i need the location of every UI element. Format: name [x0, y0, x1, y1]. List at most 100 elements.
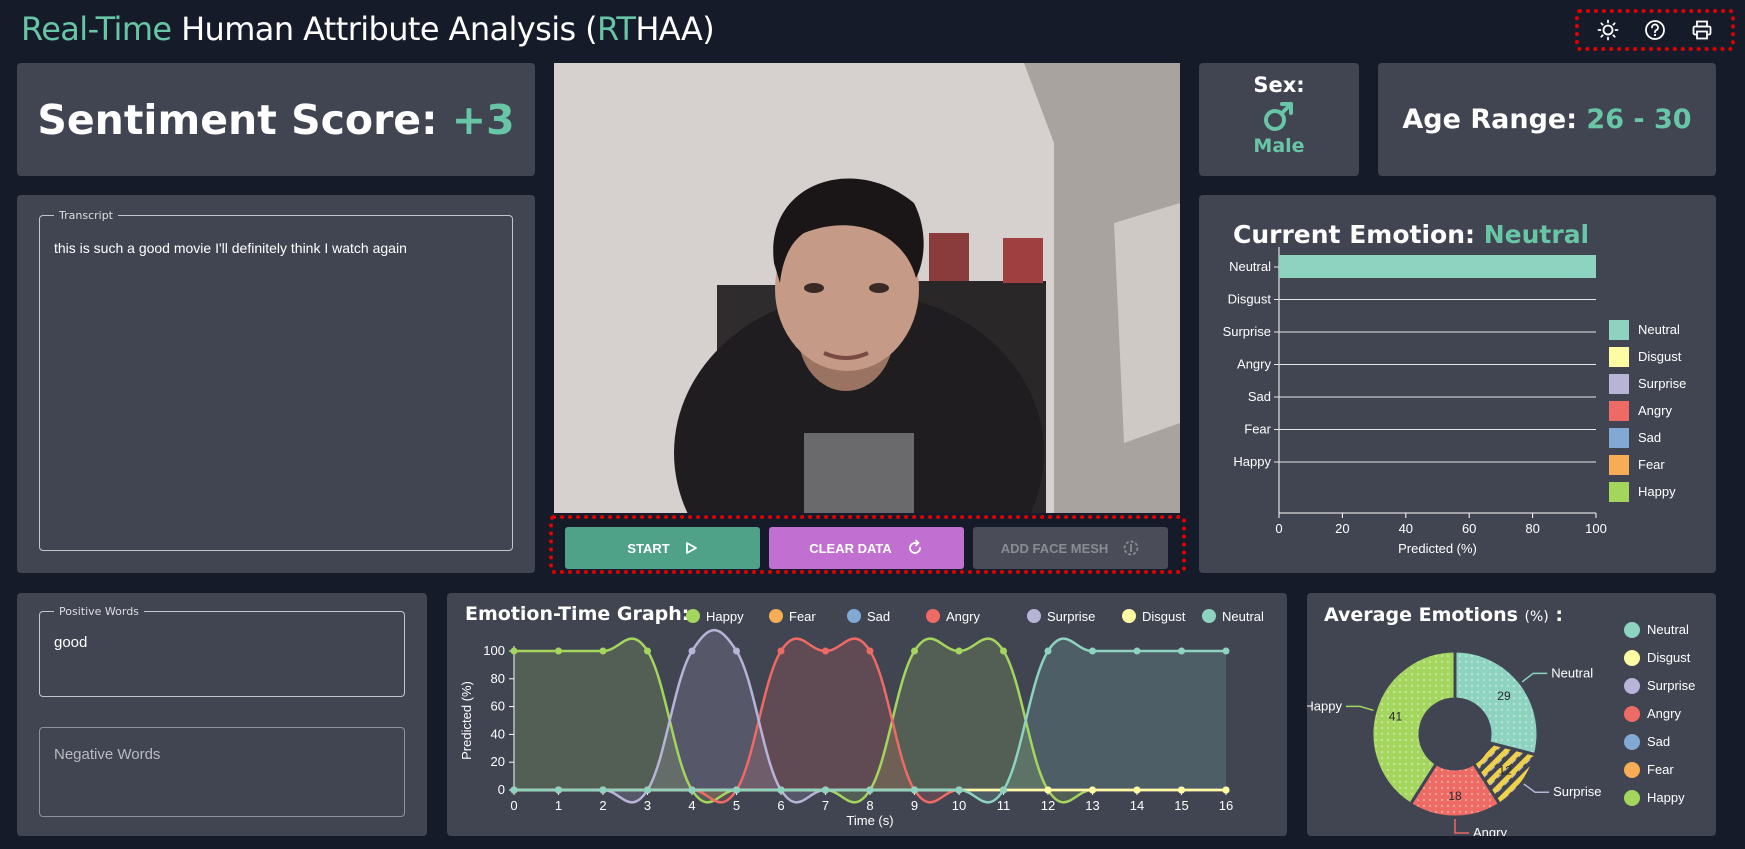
pie-legend-dot-fear: [1624, 762, 1640, 778]
face-mesh-icon: [1123, 540, 1139, 556]
webcam-feed: [554, 63, 1180, 513]
bar-legend-label-surprise: Surprise: [1638, 376, 1686, 391]
pie-callout-line-neutral: [1521, 672, 1548, 683]
pie-legend-dot-angry: [1624, 706, 1640, 722]
line-x-tick-label-16: 16: [1219, 798, 1233, 813]
bar-category-label-surprise: Surprise: [1223, 324, 1271, 339]
sex-value: Male: [1253, 135, 1305, 157]
line-point-neutral-13: [1089, 647, 1096, 655]
bar-legend-label-sad: Sad: [1638, 430, 1661, 445]
emotion-time-line-chart: Happy Fear Sad Angry Surprise Disgust Neutral 0…: [459, 609, 1264, 828]
bar-legend-swatch-happy: [1609, 482, 1629, 502]
help-icon[interactable]: [1642, 17, 1668, 43]
line-legend-label-disgust: Disgust: [1142, 609, 1186, 624]
line-point-neutral-11: [1000, 786, 1007, 794]
pie-callout-line-happy: [1345, 705, 1374, 712]
pie-legend-dot-disgust: [1624, 650, 1640, 666]
pie-legend-dot-surprise: [1624, 678, 1640, 694]
line-point-disgust-14: [1133, 786, 1141, 794]
line-point-neutral-5: [733, 786, 740, 794]
line-y-tick-label-0: 0: [498, 782, 505, 797]
line-x-tick-label-6: 6: [777, 798, 784, 813]
bar-x-tick-label-80: 80: [1525, 521, 1539, 536]
pie-legend-label-sad: Sad: [1647, 734, 1670, 749]
average-emotions-panel: Average Emotions (%) : 29 Neutral 12 Surpri…: [1307, 593, 1716, 836]
bar-category-label-fear: Fear: [1244, 422, 1271, 437]
title-haa: HAA): [635, 10, 715, 48]
sun-icon[interactable]: [1595, 17, 1621, 43]
pie-legend-dot-happy: [1624, 790, 1640, 806]
sex-label: Sex:: [1253, 73, 1305, 97]
line-point-neutral-0: [510, 786, 518, 794]
add-face-mesh-label: ADD FACE MESH: [1000, 540, 1109, 556]
line-x-tick-label-7: 7: [822, 798, 829, 813]
transcript-text: this is such a good movie I'll definitel…: [54, 240, 407, 256]
negative-words-box[interactable]: Negative Words: [39, 727, 405, 817]
line-legend-dot-angry: [926, 609, 940, 623]
line-legend-dot-neutral: [1202, 609, 1216, 623]
bar-legend-label-happy: Happy: [1638, 484, 1676, 499]
bar-category-label-happy: Happy: [1233, 454, 1271, 469]
clear-data-button[interactable]: CLEAR DATA: [769, 527, 964, 569]
add-face-mesh-button[interactable]: ADD FACE MESH: [973, 527, 1168, 569]
line-point-happy-11: [1000, 647, 1007, 655]
line-point-neutral-9: [911, 786, 918, 794]
pie-legend-label-surprise: Surprise: [1647, 678, 1695, 693]
bar-category-label-sad: Sad: [1248, 389, 1271, 404]
pie-value-label-happy: 41: [1389, 710, 1403, 724]
control-bar: START CLEAR DATA ADD FACE MESH: [549, 515, 1186, 574]
line-x-tick-label-1: 1: [555, 798, 562, 813]
line-x-tick-label-3: 3: [644, 798, 651, 813]
line-x-axis-title: Time (s): [846, 813, 893, 828]
line-point-neutral-7: [822, 786, 829, 794]
positive-words-box: Positive Words good: [39, 605, 405, 697]
line-point-neutral-10: [955, 786, 963, 794]
bar-neutral: [1279, 255, 1596, 278]
title-realtime: Real-Time: [21, 10, 172, 48]
transcript-box: Transcript this is such a good movie I'l…: [39, 209, 513, 551]
line-point-neutral-3: [644, 786, 651, 794]
line-legend-dot-happy: [686, 609, 700, 623]
line-x-tick-label-5: 5: [733, 798, 740, 813]
current-emotion-panel: Current Emotion: Neutral Neutral Disgust S…: [1199, 195, 1716, 573]
line-x-tick-label-4: 4: [688, 798, 695, 813]
line-x-tick-label-8: 8: [866, 798, 873, 813]
emotion-time-panel: Emotion-Time Graph: Happy Fear Sad Angry Sur…: [447, 593, 1287, 836]
pie-legend-label-happy: Happy: [1647, 790, 1685, 805]
line-x-tick-label-14: 14: [1130, 798, 1144, 813]
line-point-neutral-14: [1133, 647, 1141, 655]
line-point-disgust-16: [1222, 786, 1230, 794]
age-label: Age Range:: [1402, 104, 1578, 135]
app-title: Real-Time Human Attribute Analysis (RTHA…: [21, 10, 715, 48]
positive-words-text: good: [54, 634, 88, 651]
line-legend-dot-sad: [847, 609, 861, 623]
line-point-neutral-8: [866, 786, 874, 794]
bar-x-tick-label-0: 0: [1275, 521, 1282, 536]
print-icon[interactable]: [1689, 17, 1715, 43]
line-point-happy-9: [911, 647, 918, 655]
line-legend-dot-surprise: [1027, 609, 1041, 623]
line-x-tick-label-11: 11: [997, 798, 1011, 813]
bar-x-tick-label-100: 100: [1585, 521, 1607, 536]
title-rt: RT: [597, 10, 636, 48]
webcam-image: [554, 63, 1180, 513]
pie-legend-dot-sad: [1624, 734, 1640, 750]
age-panel: Age Range: 26 - 30: [1378, 63, 1716, 176]
top-toolbar: [1575, 9, 1735, 51]
sentiment-value: +3: [451, 95, 515, 144]
pie-legend-label-angry: Angry: [1647, 706, 1681, 721]
positive-words-legend: Positive Words: [59, 605, 139, 618]
bar-legend-swatch-fear: [1609, 455, 1629, 475]
transcript-panel: Transcript this is such a good movie I'l…: [17, 195, 535, 573]
pie-legend-label-disgust: Disgust: [1647, 650, 1691, 665]
start-button[interactable]: START: [565, 527, 760, 569]
line-point-neutral-1: [555, 786, 562, 794]
line-point-neutral-12: [1044, 647, 1052, 655]
bar-legend-swatch-disgust: [1609, 347, 1629, 367]
line-legend-label-neutral: Neutral: [1222, 609, 1264, 624]
current-emotion-bar-chart: Neutral Disgust Surprise Angry Sad Fear Happy 0…: [1223, 247, 1686, 556]
line-point-disgust-13: [1089, 786, 1096, 794]
bar-legend-swatch-sad: [1609, 428, 1629, 448]
bar-legend-swatch-surprise: [1609, 374, 1629, 394]
bar-legend-label-angry: Angry: [1638, 403, 1672, 418]
